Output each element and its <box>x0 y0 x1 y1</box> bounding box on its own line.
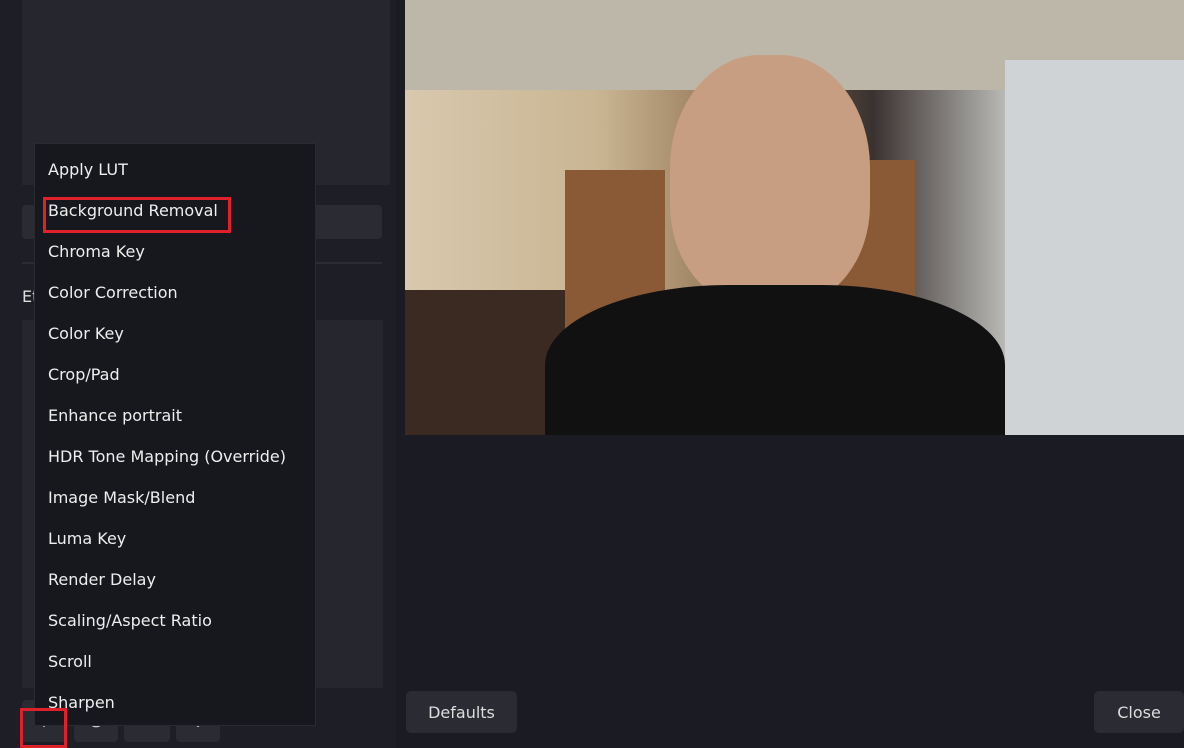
menu-item[interactable]: Render Delay <box>48 570 156 590</box>
menu-item[interactable]: Enhance portrait <box>48 406 182 426</box>
table <box>405 290 565 435</box>
menu-item[interactable]: HDR Tone Mapping (Override) <box>48 447 286 467</box>
menu-item[interactable]: Scaling/Aspect Ratio <box>48 611 212 631</box>
menu-item[interactable]: Apply LUT <box>48 160 128 180</box>
menu-item[interactable]: Image Mask/Blend <box>48 488 195 508</box>
close-button[interactable]: Close <box>1094 691 1184 733</box>
video-preview <box>405 0 1184 435</box>
highlight-box <box>20 708 67 748</box>
menu-item[interactable]: Chroma Key <box>48 242 145 262</box>
menu-item[interactable]: Crop/Pad <box>48 365 120 385</box>
defaults-button[interactable]: Defaults <box>406 691 517 733</box>
menu-item[interactable]: Color Correction <box>48 283 178 303</box>
highlight-box <box>43 197 231 233</box>
person-head <box>670 55 870 305</box>
menu-item[interactable]: Color Key <box>48 324 124 344</box>
bookshelf <box>1005 60 1184 435</box>
menu-item[interactable]: Luma Key <box>48 529 126 549</box>
person-body <box>545 285 1005 435</box>
menu-item[interactable]: Scroll <box>48 652 92 672</box>
